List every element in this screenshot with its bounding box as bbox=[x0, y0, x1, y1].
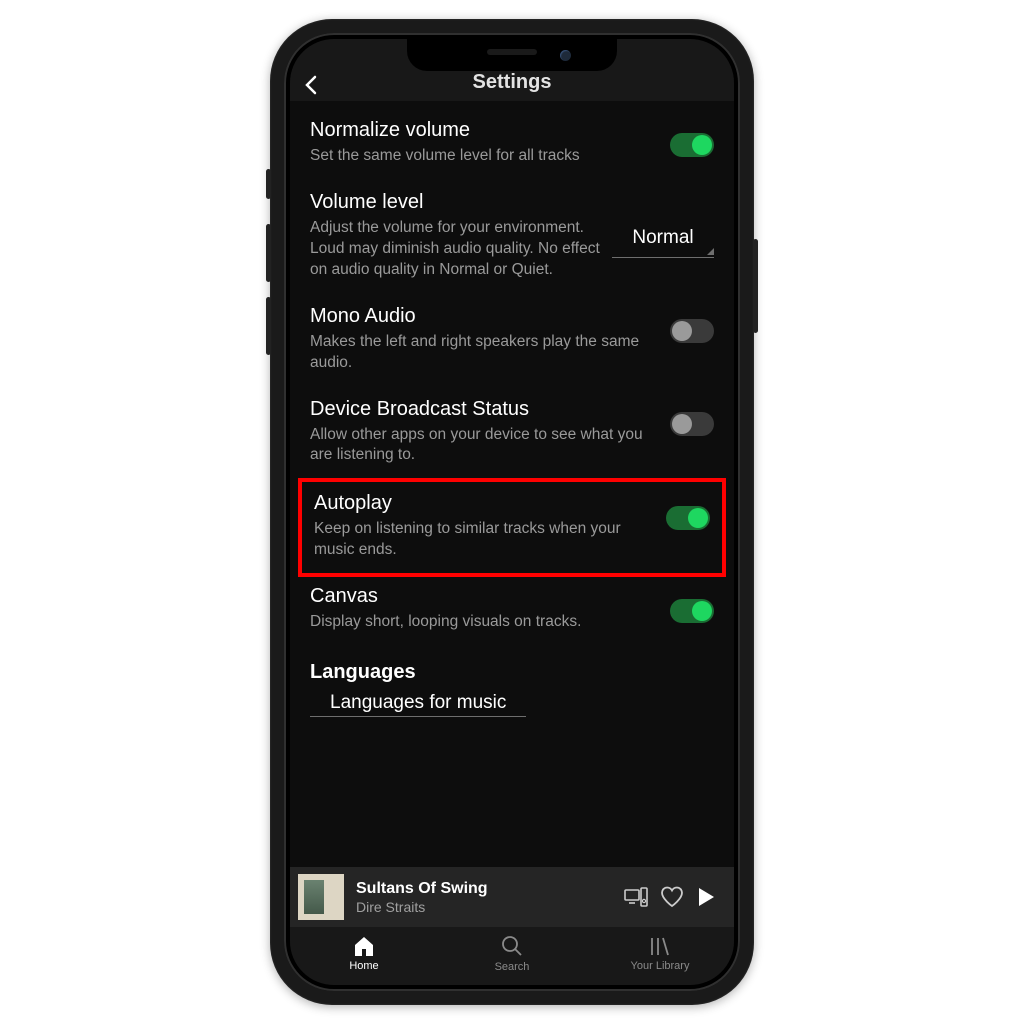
languages-section-title: Languages bbox=[290, 647, 734, 692]
back-icon[interactable] bbox=[304, 75, 318, 101]
tab-label: Your Library bbox=[631, 960, 690, 972]
setting-title: Device Broadcast Status bbox=[310, 398, 660, 421]
notch bbox=[407, 39, 617, 71]
screen: Settings Normalize volume Set the same v… bbox=[290, 39, 734, 985]
phone-bezel: Settings Normalize volume Set the same v… bbox=[284, 33, 740, 991]
autoplay-toggle[interactable] bbox=[666, 506, 710, 530]
normalize-toggle[interactable] bbox=[670, 133, 714, 157]
setting-device-broadcast[interactable]: Device Broadcast Status Allow other apps… bbox=[290, 388, 734, 481]
speaker-grille bbox=[487, 49, 537, 55]
mute-switch bbox=[266, 169, 271, 199]
setting-title: Volume level bbox=[310, 191, 602, 214]
volume-down-button bbox=[266, 297, 271, 355]
tab-label: Search bbox=[495, 961, 530, 973]
setting-title: Mono Audio bbox=[310, 305, 660, 328]
play-icon[interactable] bbox=[696, 886, 720, 908]
home-icon bbox=[352, 935, 376, 957]
tab-search[interactable]: Search bbox=[438, 927, 586, 979]
setting-normalize-volume[interactable]: Normalize volume Set the same volume lev… bbox=[290, 109, 734, 181]
setting-desc: Set the same volume level for all tracks bbox=[310, 146, 660, 167]
devices-icon[interactable] bbox=[624, 887, 648, 907]
album-art bbox=[298, 874, 344, 920]
side-button bbox=[753, 239, 758, 333]
languages-for-music[interactable]: Languages for music bbox=[310, 692, 526, 717]
broadcast-toggle[interactable] bbox=[670, 412, 714, 436]
setting-volume-level[interactable]: Volume level Adjust the volume for your … bbox=[290, 181, 734, 295]
setting-title: Autoplay bbox=[314, 492, 656, 515]
setting-autoplay[interactable]: Autoplay Keep on listening to similar tr… bbox=[302, 484, 722, 571]
tab-home[interactable]: Home bbox=[290, 927, 438, 979]
setting-desc: Display short, looping visuals on tracks… bbox=[310, 612, 660, 633]
tab-library[interactable]: Your Library bbox=[586, 927, 734, 979]
setting-canvas[interactable]: Canvas Display short, looping visuals on… bbox=[290, 575, 734, 647]
mono-toggle[interactable] bbox=[670, 319, 714, 343]
setting-title: Canvas bbox=[310, 585, 660, 608]
tab-label: Home bbox=[349, 960, 378, 972]
setting-desc: Makes the left and right speakers play t… bbox=[310, 332, 660, 374]
search-icon bbox=[500, 934, 524, 958]
front-camera bbox=[560, 50, 571, 61]
artist-name: Dire Straits bbox=[356, 899, 612, 915]
setting-desc: Adjust the volume for your environment. … bbox=[310, 218, 602, 281]
heart-icon[interactable] bbox=[660, 886, 684, 908]
page-title: Settings bbox=[473, 71, 552, 94]
settings-list[interactable]: Normalize volume Set the same volume lev… bbox=[290, 101, 734, 867]
setting-mono-audio[interactable]: Mono Audio Makes the left and right spea… bbox=[290, 295, 734, 388]
track-info: Sultans Of Swing Dire Straits bbox=[356, 880, 612, 915]
setting-desc: Keep on listening to similar tracks when… bbox=[314, 519, 656, 561]
library-icon bbox=[648, 935, 672, 957]
song-title: Sultans Of Swing bbox=[356, 880, 612, 898]
setting-desc: Allow other apps on your device to see w… bbox=[310, 425, 660, 467]
volume-level-dropdown[interactable]: Normal bbox=[612, 223, 714, 258]
volume-up-button bbox=[266, 224, 271, 282]
tab-bar: Home Search Your Library bbox=[290, 927, 734, 985]
canvas-toggle[interactable] bbox=[670, 599, 714, 623]
setting-title: Normalize volume bbox=[310, 119, 660, 142]
now-playing-bar[interactable]: Sultans Of Swing Dire Straits bbox=[290, 867, 734, 927]
highlight-box: Autoplay Keep on listening to similar tr… bbox=[298, 478, 726, 577]
phone-frame: Settings Normalize volume Set the same v… bbox=[270, 19, 754, 1005]
